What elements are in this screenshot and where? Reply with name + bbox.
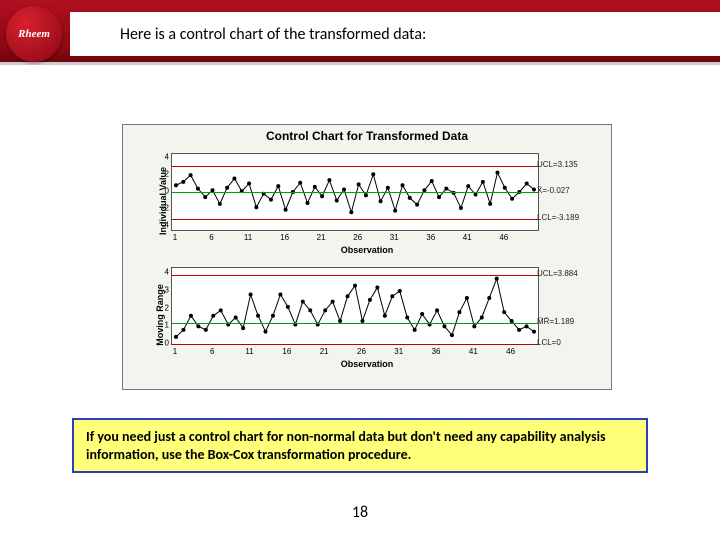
y-tick-label: 4 (153, 153, 169, 162)
y-ticks: -4 -2 0 2 4 (153, 153, 169, 231)
x-tick-label: 46 (506, 347, 515, 356)
x-tick-label: 6 (209, 233, 213, 242)
x-tick-label: 31 (394, 347, 403, 356)
x-tick-label: 36 (426, 233, 435, 242)
x-ticks: 161116212631364146 (171, 347, 539, 357)
x-tick-label: 21 (320, 347, 329, 356)
page-title: Here is a control chart of the transform… (120, 22, 620, 47)
x-tick-label: 26 (357, 347, 366, 356)
reference-labels: UCL=3.884 M̄R̄=1.189 LCL=0 (535, 267, 591, 345)
reference-line (172, 344, 538, 345)
plot-area (171, 267, 539, 345)
y-tick-label: -2 (153, 203, 169, 212)
plot-area (171, 153, 539, 231)
x-tick-label: 21 (317, 233, 326, 242)
x-axis-label: Observation (341, 359, 394, 369)
x-tick-label: 16 (282, 347, 291, 356)
x-ticks: 161116212631364146 (171, 233, 539, 243)
brand-logo: Rheem (6, 6, 62, 62)
x-tick-label: 1 (173, 347, 177, 356)
x-tick-label: 41 (463, 233, 472, 242)
reference-label: UCL=3.884 (537, 269, 578, 278)
individuals-chart: Individual Value -4-2024 UCL=3.135X̄=-0.… (133, 147, 601, 255)
control-chart-card: Control Chart for Transformed Data Indiv… (122, 124, 612, 390)
x-tick-label: 11 (244, 233, 252, 242)
x-tick-label: 41 (469, 347, 478, 356)
y-tick-label: 0 (153, 339, 169, 348)
callout-note: If you need just a control chart for non… (72, 418, 648, 473)
reference-label: LCL=0 (537, 338, 561, 347)
x-tick-label: 6 (210, 347, 214, 356)
reference-line (172, 323, 538, 324)
y-tick-label: 4 (153, 268, 169, 277)
reference-label: M̄R̄=1.189 (537, 317, 574, 326)
chart-title: Control Chart for Transformed Data (123, 125, 611, 145)
x-tick-label: 46 (499, 233, 508, 242)
y-tick-label: 1 (153, 321, 169, 330)
page-number: 18 (352, 503, 368, 522)
y-tick-label: -4 (153, 220, 169, 229)
y-tick-label: 2 (153, 303, 169, 312)
y-ticks: 0 1 2 3 4 (153, 267, 169, 345)
reference-line (172, 275, 538, 276)
reference-label: UCL=3.135 (537, 160, 578, 169)
x-tick-label: 36 (432, 347, 441, 356)
y-tick-label: 2 (153, 170, 169, 179)
reference-line (172, 192, 538, 193)
y-tick-label: 0 (153, 187, 169, 196)
x-tick-label: 1 (173, 233, 177, 242)
reference-label: X̄=-0.027 (537, 186, 570, 195)
x-axis-label: Observation (341, 245, 394, 255)
reference-labels: UCL=3.135 X̄=-0.027 LCL=-3.189 (535, 153, 591, 231)
y-tick-label: 3 (153, 285, 169, 294)
x-tick-label: 16 (280, 233, 289, 242)
x-tick-label: 31 (390, 233, 399, 242)
reference-label: LCL=-3.189 (537, 213, 579, 222)
reference-line (172, 219, 538, 220)
reference-line (172, 166, 538, 167)
moving-range-chart: Moving Range 01234 UCL=3.884M̄R̄=1.189LC… (133, 261, 601, 369)
x-tick-label: 26 (353, 233, 362, 242)
x-tick-label: 11 (245, 347, 253, 356)
mr-line (172, 268, 538, 344)
header-banner: Rheem Here is a control chart of the tra… (0, 0, 720, 78)
